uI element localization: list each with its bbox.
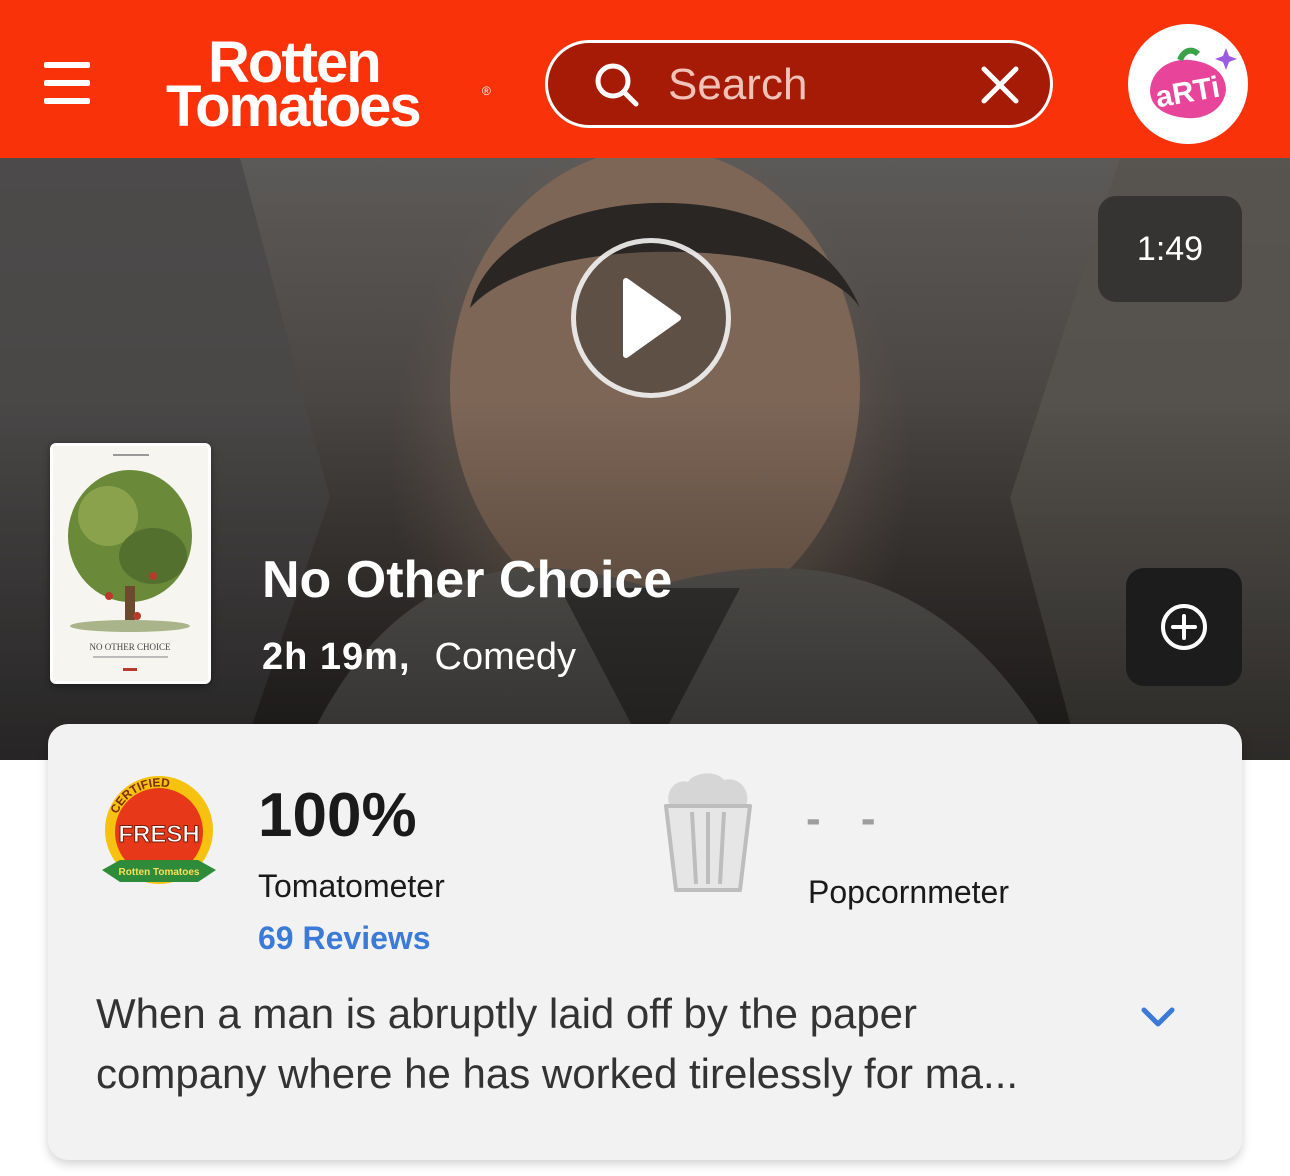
- search-input[interactable]: [668, 59, 958, 111]
- hero-video[interactable]: 1:49 NO OTHER CHOICE No Other Choice 2h …: [0, 158, 1290, 760]
- logo-line-2: Tomatoes: [166, 74, 422, 139]
- search-bar[interactable]: [545, 40, 1053, 128]
- chevron-down-icon[interactable]: [1138, 1002, 1178, 1032]
- movie-genre: Comedy: [434, 636, 577, 678]
- close-icon[interactable]: [978, 63, 1022, 107]
- certified-fresh-badge-icon: CERTIFIED FRESH Rotten Tomatoes: [102, 775, 216, 884]
- add-to-watchlist-button[interactable]: [1126, 568, 1242, 686]
- video-duration-badge: 1:49: [1098, 196, 1242, 302]
- tomatometer-label: Tomatometer: [258, 868, 445, 904]
- plus-circle-icon: [1161, 604, 1207, 650]
- play-button[interactable]: [571, 238, 731, 398]
- badge-brand-text: Rotten Tomatoes: [119, 867, 200, 878]
- poster-caption: NO OTHER CHOICE: [90, 642, 171, 652]
- arti-logo-icon: aRTi: [1130, 26, 1246, 142]
- popcornmeter-label: Popcornmeter: [808, 874, 1009, 910]
- popcornmeter-score: - -: [806, 794, 890, 843]
- play-icon: [623, 278, 681, 358]
- tomatometer-score: 100%: [258, 781, 417, 850]
- hamburger-menu-icon[interactable]: [44, 62, 92, 104]
- movie-poster[interactable]: NO OTHER CHOICE: [50, 443, 211, 684]
- logo-registered-mark: ®: [482, 84, 491, 98]
- badge-fresh-text: FRESH: [118, 821, 199, 848]
- movie-runtime: 2h 19m,: [262, 636, 411, 678]
- poster-artwork: NO OTHER CHOICE: [53, 446, 208, 681]
- arti-avatar-button[interactable]: aRTi: [1128, 24, 1248, 144]
- movie-synopsis: When a man is abruptly laid off by the p…: [96, 990, 1019, 1097]
- search-icon[interactable]: [592, 60, 642, 110]
- popcorn-bucket-icon: [664, 773, 752, 892]
- movie-meta: 2h 19m, Comedy: [262, 636, 576, 679]
- score-card: CERTIFIED FRESH Rotten Tomatoes 100% Tom…: [48, 724, 1242, 1160]
- rotten-tomatoes-logo[interactable]: Rotten Tomatoes ®: [166, 34, 496, 139]
- movie-title: No Other Choice: [262, 551, 673, 609]
- reviews-count-link[interactable]: 69 Reviews: [258, 920, 431, 957]
- top-nav-bar: Rotten Tomatoes ® aRTi: [0, 0, 1290, 158]
